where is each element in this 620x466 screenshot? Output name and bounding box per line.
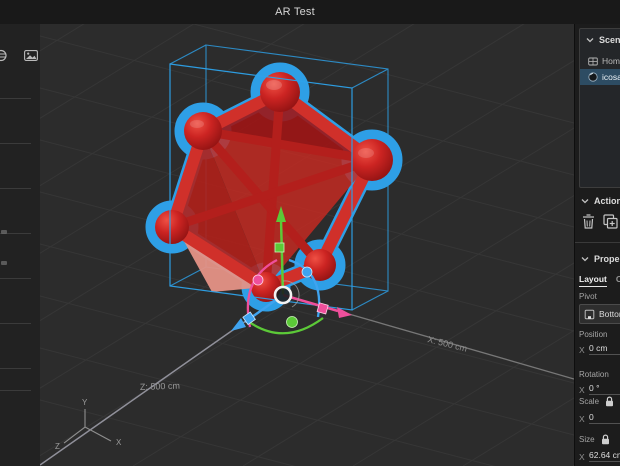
scene-item-label: Home xyxy=(602,56,620,66)
orientation-triad: Y X Z xyxy=(55,398,122,451)
actions-header[interactable]: Actions xyxy=(581,196,620,206)
delete-button[interactable] xyxy=(582,214,595,229)
list-item-icon xyxy=(1,230,7,234)
divider xyxy=(0,323,31,324)
divider xyxy=(0,368,31,369)
divider xyxy=(0,143,31,144)
scale-x-field[interactable]: X 0 xyxy=(579,412,620,424)
model-icosahedron[interactable] xyxy=(154,71,394,303)
list-item-icon xyxy=(1,261,7,265)
rotation-label: Rotation xyxy=(579,370,609,379)
scale-lock-icon[interactable] xyxy=(605,396,614,407)
gizmo-y-rotate-handle[interactable] xyxy=(287,317,298,328)
gizmo-z-scale-handle[interactable] xyxy=(243,312,256,325)
rotation-x-value[interactable]: 0 ° xyxy=(589,383,620,395)
surface-grid-icon xyxy=(588,57,598,66)
3d-asset-icon[interactable] xyxy=(0,49,8,62)
viewport-canvas[interactable]: X: 500 cm Z: 500 cm xyxy=(40,24,574,466)
divider xyxy=(0,98,31,99)
size-label: Size xyxy=(579,435,595,444)
scene-item-model[interactable]: icosahedron xyxy=(580,69,620,85)
sphere-icon xyxy=(588,72,598,82)
properties-header[interactable]: Properties xyxy=(581,254,620,264)
size-lock-icon[interactable] xyxy=(601,434,610,445)
chevron-down-icon[interactable] xyxy=(581,198,589,204)
triad-y-label: Y xyxy=(82,398,88,407)
divider xyxy=(575,242,620,243)
divider xyxy=(0,278,31,279)
scene-panel: Scene Home icosahedron xyxy=(579,28,620,188)
right-panel: Scene Home icosahedron xyxy=(574,24,620,466)
x-axis-label: X: 500 cm xyxy=(427,334,469,354)
gizmo-z-rotate-handle[interactable] xyxy=(302,267,312,277)
image-asset-icon[interactable] xyxy=(24,50,38,61)
pivot-dropdown[interactable]: Bottom xyxy=(579,304,620,324)
tab-object[interactable]: Object xyxy=(616,274,620,287)
position-x-value[interactable]: 0 cm xyxy=(589,343,620,355)
axis-label: X xyxy=(579,385,589,395)
size-x-value[interactable]: 62.64 cm xyxy=(589,450,620,462)
scene-panel-title: Scene xyxy=(599,35,620,45)
axis-label: X xyxy=(579,345,589,355)
triad-x-label: X xyxy=(116,438,122,447)
scale-x-value[interactable]: 0 xyxy=(589,412,620,424)
chevron-down-icon[interactable] xyxy=(586,37,594,43)
properties-tabs: Layout Object xyxy=(579,274,620,287)
scale-label: Scale xyxy=(579,397,599,406)
actions-title: Actions xyxy=(594,196,620,206)
app-window: AR Test xyxy=(0,0,620,466)
duplicate-button[interactable] xyxy=(603,214,618,229)
position-label: Position xyxy=(579,330,607,339)
scene-item-home[interactable]: Home xyxy=(580,53,620,69)
triad-z-label: Z xyxy=(55,442,60,451)
rotation-x-field[interactable]: X 0 ° xyxy=(579,383,620,395)
divider xyxy=(0,188,31,189)
gizmo-x-rotate-handle[interactable] xyxy=(253,275,263,285)
size-x-field[interactable]: X 62.64 cm xyxy=(579,450,620,462)
chevron-down-icon[interactable] xyxy=(581,256,589,262)
pivot-label: Pivot xyxy=(579,292,597,301)
scene-item-label: icosahedron xyxy=(602,72,620,82)
document-title: AR Test xyxy=(275,6,345,18)
pivot-value: Bottom xyxy=(599,309,620,319)
gizmo-x-scale-handle[interactable] xyxy=(317,303,328,314)
divider xyxy=(0,390,31,391)
tab-layout[interactable]: Layout xyxy=(579,274,607,287)
viewport[interactable]: X: 500 cm Z: 500 cm xyxy=(40,24,574,466)
position-x-field[interactable]: X 0 cm xyxy=(579,343,620,355)
gizmo-rotate-y-ring[interactable] xyxy=(245,318,323,333)
left-asset-panel xyxy=(0,24,41,466)
gizmo-z-arrow[interactable] xyxy=(231,318,246,331)
gizmo-y-scale-handle[interactable] xyxy=(275,243,284,252)
pivot-bottom-icon xyxy=(584,309,595,320)
gizmo-center-handle[interactable] xyxy=(275,287,291,303)
properties-title: Properties xyxy=(594,254,620,264)
title-bar: AR Test xyxy=(0,0,620,25)
z-axis-label: Z: 500 cm xyxy=(140,381,180,392)
axis-label: X xyxy=(579,452,589,462)
axis-label: X xyxy=(579,414,589,424)
